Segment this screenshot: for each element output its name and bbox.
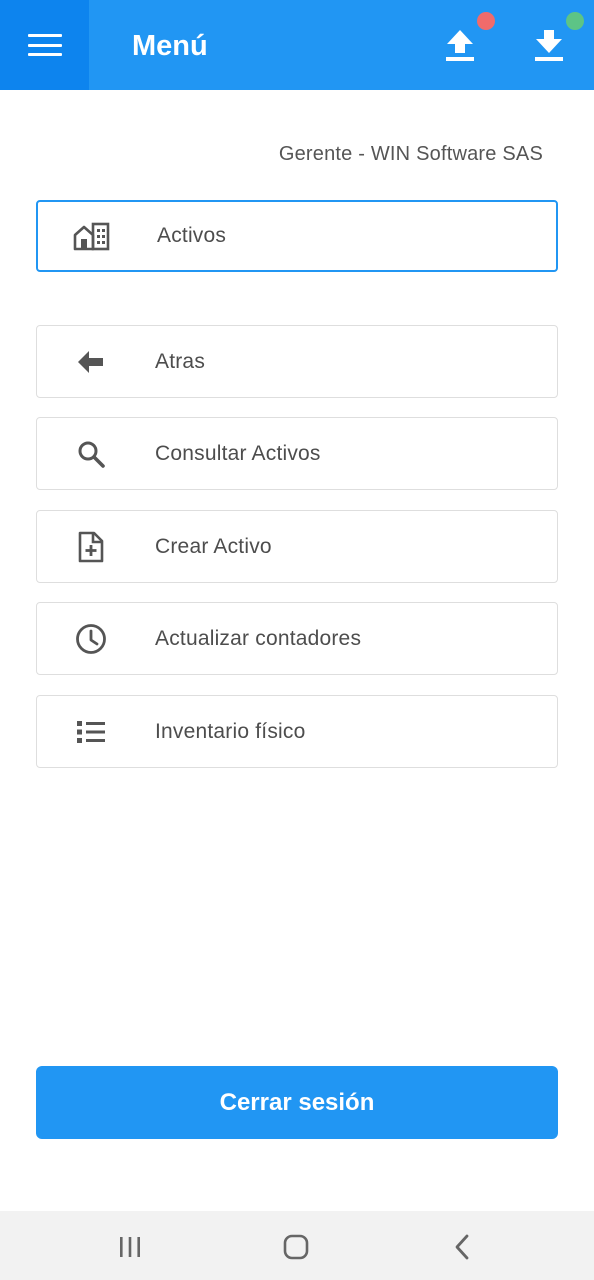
menu-item-actualizar-contadores[interactable]: Actualizar contadores (36, 602, 558, 675)
system-navigation-bar (0, 1211, 594, 1280)
top-app-bar: Menú (0, 0, 594, 90)
add-file-icon (71, 527, 111, 567)
search-icon (71, 434, 111, 474)
back-icon (455, 1234, 469, 1260)
logout-button[interactable]: Cerrar sesión (36, 1066, 558, 1139)
user-role-company: Gerente - WIN Software SAS (278, 143, 543, 165)
recents-icon (120, 1237, 140, 1257)
clock-icon (71, 619, 111, 659)
back-button[interactable] (440, 1225, 484, 1269)
module-card-activos[interactable]: Activos (36, 200, 558, 272)
upload-button[interactable] (437, 22, 483, 68)
menu-item-label: Consultar Activos (155, 441, 321, 465)
module-label: Activos (157, 224, 227, 247)
menu-item-inventario-fisico[interactable]: Inventario físico (36, 695, 558, 768)
menu-item-crear-activo[interactable]: Crear Activo (36, 510, 558, 583)
upload-icon (446, 30, 474, 61)
home-button[interactable] (274, 1225, 318, 1269)
menu-item-label: Actualizar contadores (155, 626, 362, 650)
arrow-left-icon (71, 342, 111, 382)
list-icon (71, 712, 111, 752)
page-title: Menú (132, 30, 208, 62)
hamburger-menu-button[interactable] (0, 0, 89, 90)
menu-item-label: Crear Activo (155, 534, 272, 558)
menu-item-label: Atras (155, 349, 206, 373)
home-icon (283, 1234, 309, 1260)
menu-item-atras[interactable]: Atras (36, 325, 558, 398)
download-button[interactable] (526, 22, 572, 68)
menu-item-label: Inventario físico (155, 719, 306, 743)
buildings-icon (72, 216, 112, 256)
hamburger-icon (27, 34, 62, 56)
menu-item-consultar-activos[interactable]: Consultar Activos (36, 417, 558, 490)
recents-button[interactable] (108, 1225, 152, 1269)
download-status-dot (566, 12, 584, 30)
upload-status-dot (477, 12, 495, 30)
download-icon (535, 30, 563, 61)
